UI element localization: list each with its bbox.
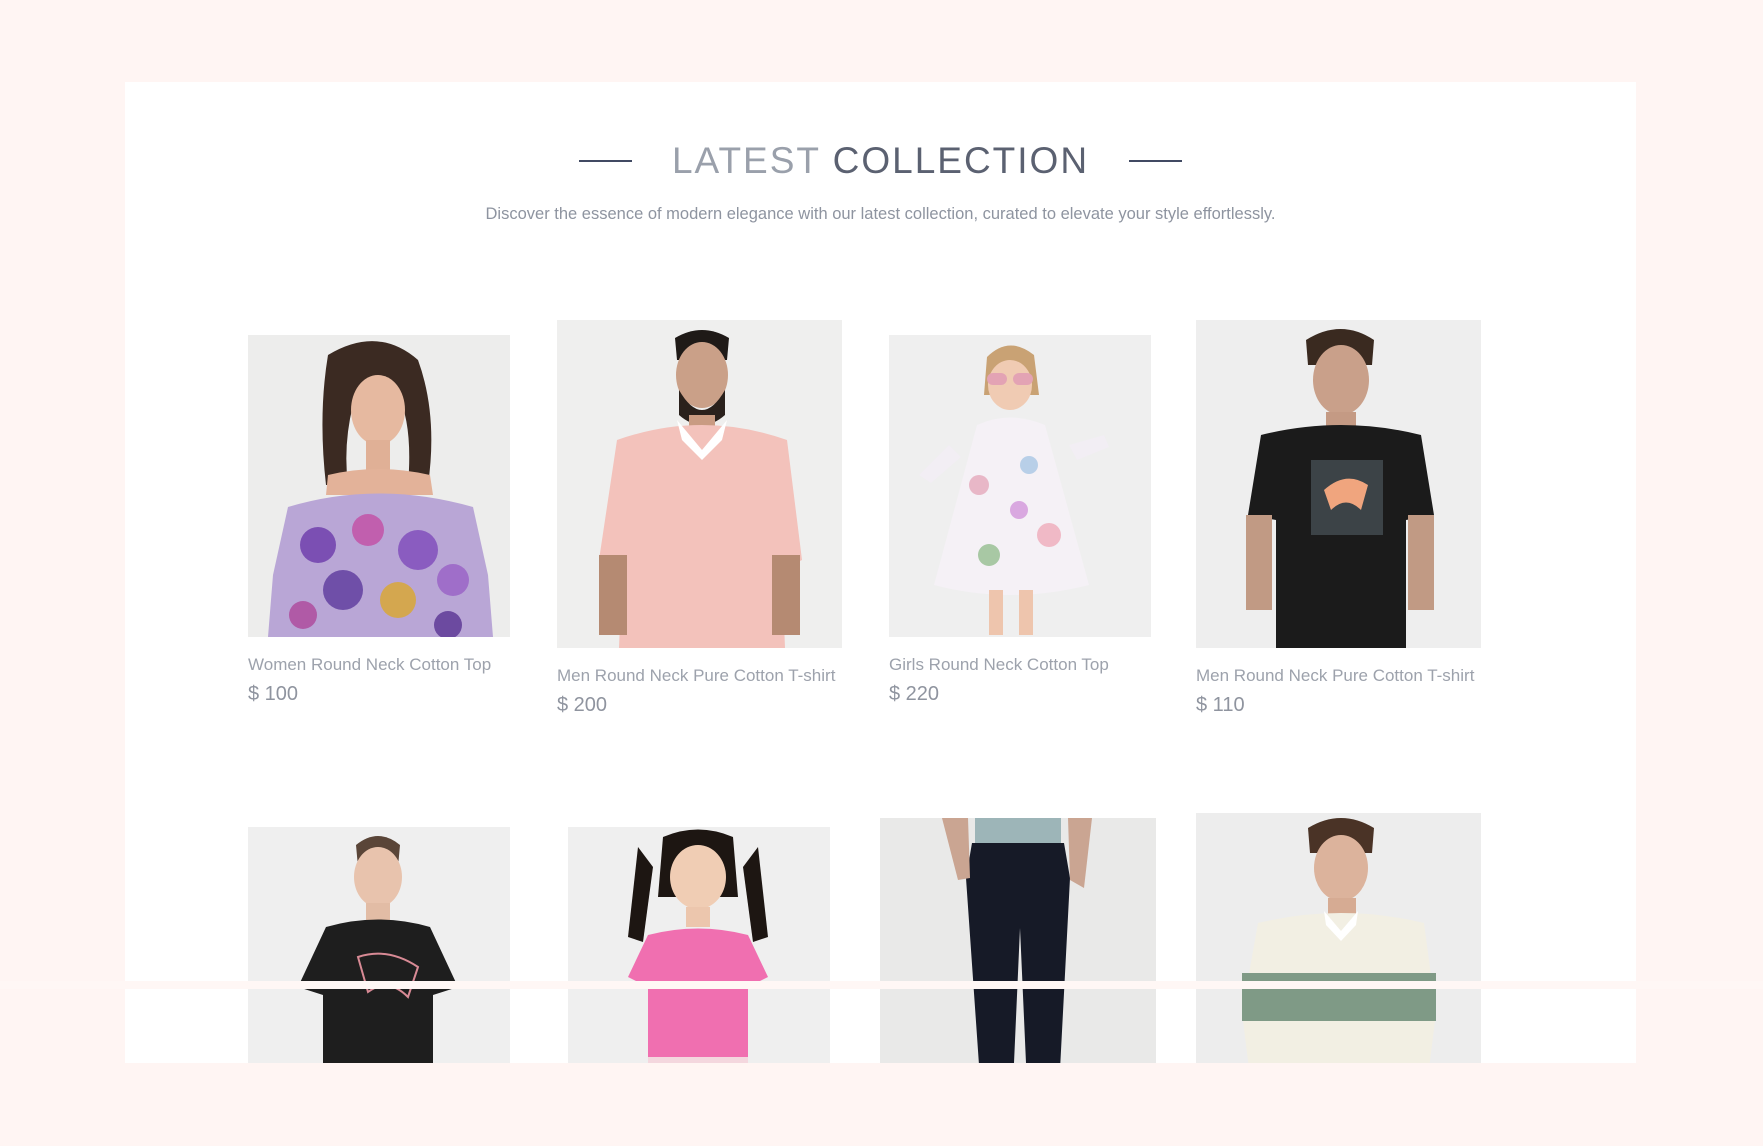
title-light: LATEST (671, 140, 821, 181)
product-card[interactable]: Men Round Neck Pure Cotton T-shirt $ 200 (557, 320, 842, 717)
footer-fade (0, 981, 1763, 989)
product-image[interactable] (1196, 320, 1481, 648)
product-name[interactable]: Girls Round Neck Cotton Top (889, 655, 1151, 675)
product-name[interactable]: Men Round Neck Pure Cotton T-shirt (1196, 666, 1481, 686)
product-card[interactable] (1196, 813, 1481, 1063)
product-card[interactable] (568, 827, 830, 1063)
product-price: $ 100 (248, 683, 299, 705)
latest-collection-section: LATEST COLLECTION Discover the essence o… (125, 82, 1636, 1063)
product-image[interactable] (557, 320, 842, 648)
product-price: $ 200 (557, 694, 608, 716)
title-dark: COLLECTION (832, 140, 1090, 181)
product-name[interactable]: Women Round Neck Cotton Top (248, 655, 510, 675)
product-card[interactable]: Girls Round Neck Cotton Top $ 220 (889, 335, 1151, 706)
product-card[interactable]: Women Round Neck Cotton Top $ 100 (248, 335, 510, 706)
product-image[interactable] (248, 827, 510, 1063)
product-price: $ 110 (1196, 694, 1245, 716)
product-card[interactable]: Men Round Neck Pure Cotton T-shirt $ 110 (1196, 320, 1481, 717)
section-heading: LATEST COLLECTION (125, 140, 1636, 182)
section-title: LATEST COLLECTION (672, 140, 1089, 182)
product-price: $ 220 (889, 683, 940, 705)
product-image[interactable] (248, 335, 510, 637)
product-card[interactable] (880, 818, 1156, 1063)
product-image[interactable] (880, 818, 1156, 1063)
heading-line-left (578, 160, 632, 162)
product-card[interactable] (248, 827, 510, 1063)
product-name[interactable]: Men Round Neck Pure Cotton T-shirt (557, 666, 842, 686)
heading-line-right (1129, 160, 1183, 162)
product-image[interactable] (568, 827, 830, 1063)
product-image[interactable] (1196, 813, 1481, 1063)
product-image[interactable] (889, 335, 1151, 637)
section-subtitle: Discover the essence of modern elegance … (485, 205, 1276, 223)
